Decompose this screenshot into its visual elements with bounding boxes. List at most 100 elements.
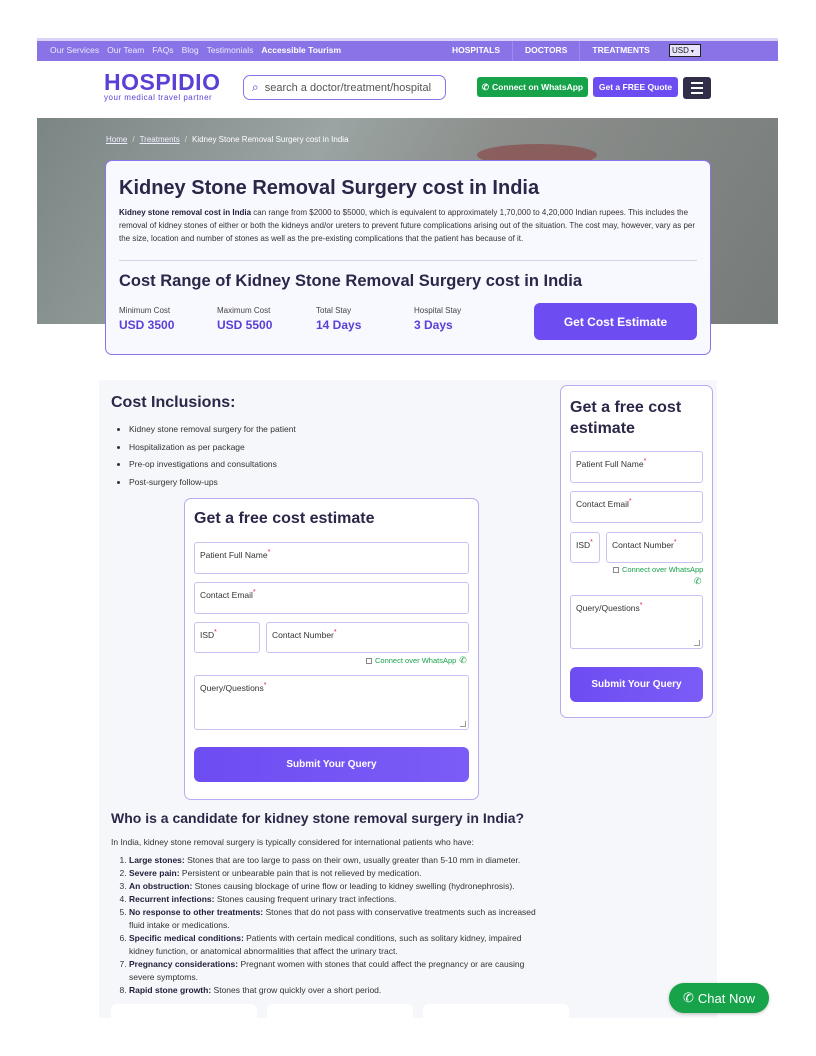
whatsapp-checkbox[interactable]: Connect over WhatsApp ✆ xyxy=(366,655,467,666)
submit-query-button[interactable]: Submit Your Query xyxy=(570,667,703,702)
required-mark: * xyxy=(214,629,217,636)
inclusions-title: Cost Inclusions: xyxy=(111,394,236,411)
whatsapp-checkbox[interactable]: Connect over WhatsApp xyxy=(613,565,703,574)
list-item-term: An obstruction: xyxy=(129,881,193,891)
list-item: Kidney stone removal surgery for the pat… xyxy=(129,424,296,442)
required-mark: * xyxy=(643,458,647,465)
list-item-text: Stones causing blockage of urine flow or… xyxy=(192,881,515,891)
stat-label: Maximum Cost xyxy=(217,306,271,315)
logo-brand: HOSPIDIO xyxy=(104,69,221,95)
form-title: Get a free cost estimate xyxy=(570,399,682,437)
list-item: Recurrent infections: Stones causing fre… xyxy=(129,893,544,906)
email-field[interactable]: Contact Email* xyxy=(194,582,469,614)
whatsapp-icon: ✆ xyxy=(683,990,694,1005)
related-card[interactable] xyxy=(267,1004,413,1018)
resize-handle-icon[interactable] xyxy=(694,640,700,646)
list-item: Pre-op investigations and consultations xyxy=(129,459,296,477)
cost-card: Kidney Stone Removal Surgery cost in Ind… xyxy=(105,160,711,355)
chevron-down-icon: ▾ xyxy=(690,49,694,55)
get-cost-estimate-button[interactable]: Get Cost Estimate xyxy=(534,303,697,340)
candidate-title: Who is a candidate for kidney stone remo… xyxy=(111,810,525,826)
list-item-term: Recurrent infections: xyxy=(129,894,215,904)
currency-select[interactable]: USD ▾ xyxy=(669,44,701,57)
link-our-team[interactable]: Our Team xyxy=(107,45,144,55)
currency-value: USD xyxy=(672,46,689,55)
cost-description: Kidney stone removal cost in India can r… xyxy=(119,206,697,245)
field-label: Contact Email xyxy=(200,589,253,600)
link-accessible-tourism[interactable]: Accessible Tourism xyxy=(261,45,341,55)
search-input[interactable]: ⌕ search a doctor/treatment/hospital xyxy=(243,75,446,100)
stat-value: USD 5500 xyxy=(217,318,273,332)
page-title: Kidney Stone Removal Surgery cost in Ind… xyxy=(119,177,540,199)
list-item-text: Stones that are too large to pass on the… xyxy=(184,855,521,865)
contact-number-field[interactable]: Contact Number* xyxy=(266,622,469,653)
menu-hospitals[interactable]: HOSPITALS xyxy=(440,41,512,61)
site-header: HOSPIDIO your medical travel partner ⌕ s… xyxy=(37,61,778,118)
query-textarea[interactable]: Query/Questions* xyxy=(570,595,703,649)
sidebar-estimate-form: Get a free cost estimate Patient Full Na… xyxy=(560,385,713,718)
inline-estimate-form: Get a free cost estimate Patient Full Na… xyxy=(184,498,479,800)
search-placeholder: search a doctor/treatment/hospital xyxy=(264,81,432,94)
logo[interactable]: HOSPIDIO your medical travel partner xyxy=(104,69,220,102)
list-item: Specific medical conditions: Patients wi… xyxy=(129,932,544,958)
patient-name-field[interactable]: Patient Full Name* xyxy=(194,542,469,574)
required-mark: * xyxy=(252,589,256,596)
whatsapp-checkbox-label: Connect over WhatsApp xyxy=(622,565,704,574)
checkbox[interactable] xyxy=(366,657,372,664)
required-mark: * xyxy=(263,682,267,689)
free-quote-button[interactable]: Get a FREE Quote xyxy=(593,77,678,97)
link-testimonials[interactable]: Testimonials xyxy=(207,45,254,55)
resize-handle-icon[interactable] xyxy=(460,721,466,727)
query-textarea[interactable]: Query/Questions* xyxy=(194,675,469,730)
breadcrumb-home[interactable]: Home xyxy=(106,135,127,144)
top-links: Our Services Our Team FAQs Blog Testimon… xyxy=(50,45,341,55)
chat-now-label: Chat Now xyxy=(697,990,755,1006)
form-title: Get a free cost estimate xyxy=(194,510,375,527)
isd-field[interactable]: ISD* xyxy=(570,532,600,563)
submit-query-button[interactable]: Submit Your Query xyxy=(194,747,469,782)
breadcrumb-separator: / xyxy=(184,135,187,144)
main-content: Cost Inclusions: Kidney stone removal su… xyxy=(99,380,717,1018)
link-blog[interactable]: Blog xyxy=(182,45,199,55)
cost-description-bold: Kidney stone removal cost in India xyxy=(119,208,252,217)
field-label: ISD xyxy=(576,539,591,550)
hamburger-menu-icon[interactable] xyxy=(683,77,711,99)
isd-field[interactable]: ISD* xyxy=(194,622,260,653)
list-item: Post-surgery follow-ups xyxy=(129,477,296,495)
required-mark: * xyxy=(673,539,677,546)
required-mark: * xyxy=(628,498,632,505)
list-item: Severe pain: Persistent or unbearable pa… xyxy=(129,867,544,880)
list-item-text: Persistent or unbearable pain that is no… xyxy=(179,868,422,878)
whatsapp-icon: ✆ xyxy=(481,81,489,92)
list-item-text: Stones that grow quickly over a short pe… xyxy=(211,985,382,995)
patient-name-field[interactable]: Patient Full Name* xyxy=(570,451,703,483)
chat-now-button[interactable]: ✆ Chat Now xyxy=(669,983,769,1013)
whatsapp-button[interactable]: ✆ Connect on WhatsApp xyxy=(477,77,588,97)
field-label: Patient Full Name xyxy=(200,549,268,560)
menu-doctors[interactable]: DOCTORS xyxy=(512,41,579,61)
related-card[interactable] xyxy=(423,1004,569,1018)
breadcrumb-current: Kidney Stone Removal Surgery cost in Ind… xyxy=(191,135,349,144)
link-faqs[interactable]: FAQs xyxy=(152,45,173,55)
whatsapp-button-label: Connect on WhatsApp xyxy=(491,82,584,92)
checkbox[interactable] xyxy=(613,566,619,573)
contact-number-field[interactable]: Contact Number* xyxy=(606,532,703,563)
search-icon: ⌕ xyxy=(252,80,259,94)
field-label: Contact Number xyxy=(272,629,334,640)
candidate-intro: In India, kidney stone removal surgery i… xyxy=(111,837,474,847)
stat-label: Minimum Cost xyxy=(119,306,171,315)
field-label: Query/Questions xyxy=(200,682,264,693)
cost-range-title: Cost Range of Kidney Stone Removal Surge… xyxy=(119,272,582,290)
whatsapp-icon: ✆ xyxy=(694,576,702,586)
email-field[interactable]: Contact Email* xyxy=(570,491,703,523)
link-our-services[interactable]: Our Services xyxy=(50,45,99,55)
field-label: Contact Number xyxy=(612,539,674,550)
related-card[interactable] xyxy=(111,1004,257,1018)
list-item-term: No response to other treatments: xyxy=(129,907,264,917)
list-item-term: Pregnancy considerations: xyxy=(129,959,239,969)
breadcrumb-treatments[interactable]: Treatments xyxy=(140,135,180,144)
menu-treatments[interactable]: TREATMENTS xyxy=(579,41,661,61)
main-menu: HOSPITALS DOCTORS TREATMENTS xyxy=(440,41,662,61)
list-item-term: Large stones: xyxy=(129,855,185,865)
stat-value: 3 Days xyxy=(414,318,453,332)
